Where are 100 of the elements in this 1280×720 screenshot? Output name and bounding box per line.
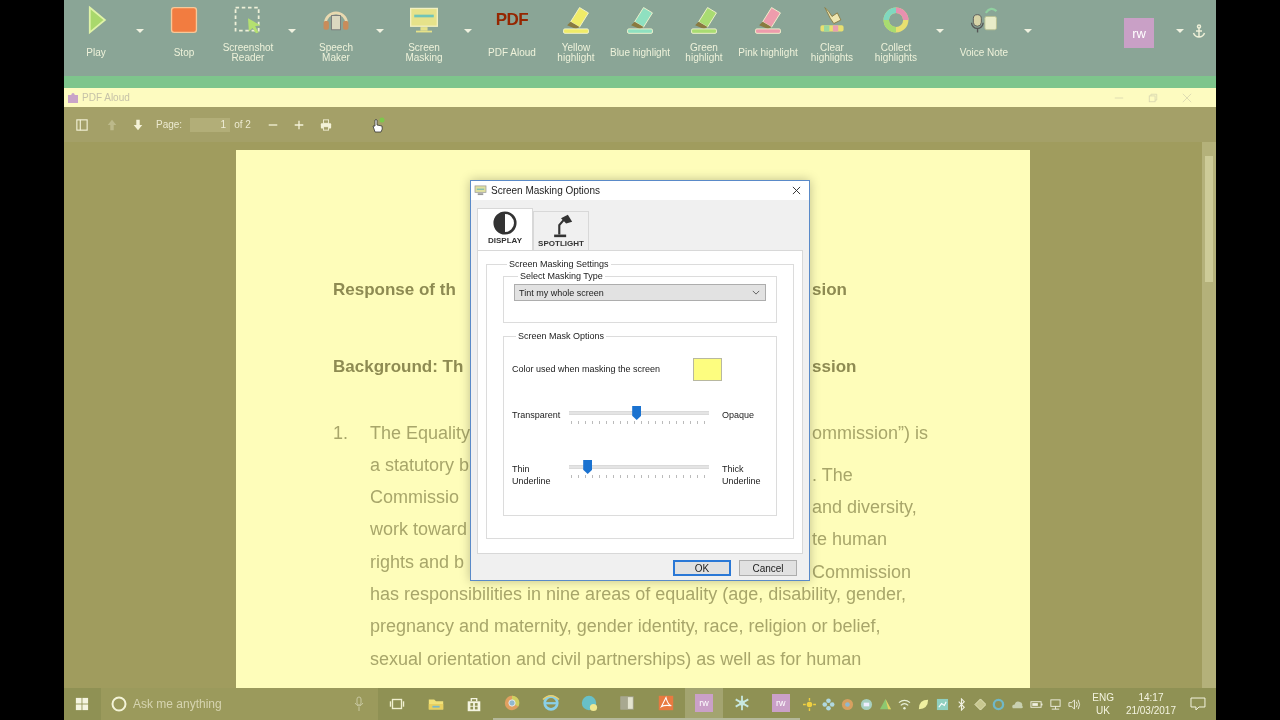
round-logo-icon — [503, 694, 522, 712]
toolbar-button[interactable]: Clear highlights — [800, 0, 864, 76]
group-label: Select Masking Type — [519, 271, 604, 281]
dropdown[interactable]: Tint my whole screen — [514, 284, 766, 301]
slider-label: Opaque — [722, 409, 756, 421]
language-text[interactable]: ENG — [1092, 691, 1114, 704]
slider-thumb[interactable] — [632, 406, 642, 420]
chart-icon[interactable] — [935, 697, 949, 711]
body-text: pregnancy and maternity, gender identity, race, religion or belief, — [370, 615, 881, 639]
caret-icon[interactable] — [1024, 29, 1032, 33]
caret-icon[interactable] — [136, 29, 144, 33]
round-logo-icon[interactable] — [840, 697, 854, 711]
body-text: has responsibilities in nine areas of equality (age, disability, gender, — [370, 583, 906, 607]
heading-text: sion — [812, 279, 847, 301]
globe-icon — [541, 694, 560, 712]
slider-label: Thick Underline — [722, 463, 762, 487]
toolbar-button[interactable]: Screen Masking — [392, 0, 456, 76]
highlighter-icon — [688, 4, 720, 36]
page-field[interactable]: 1 — [190, 117, 231, 132]
body-text: ommission”) is — [812, 421, 928, 445]
caret-icon[interactable] — [936, 29, 944, 33]
highlighter-icon — [752, 4, 784, 36]
wifi-icon[interactable] — [897, 697, 911, 711]
body-text: work toward — [370, 518, 468, 542]
clock-date[interactable]: 21/03/2017 — [1125, 704, 1176, 717]
page-label: Page: — [156, 119, 183, 130]
search-field[interactable]: Ask me anything — [130, 696, 354, 712]
search-box[interactable]: Ask me anything — [100, 688, 378, 720]
taskbar-button[interactable]: rw — [684, 688, 724, 720]
toolbar-button[interactable]: Stop — [152, 0, 216, 76]
caret-icon[interactable] — [288, 29, 296, 33]
body-text: rights and b — [370, 550, 465, 574]
caret-icon[interactable] — [376, 29, 384, 33]
dialog-title: Screen Masking Options — [491, 185, 600, 196]
heading-text: Response of th — [333, 279, 456, 301]
plus-icon[interactable] — [292, 118, 305, 131]
triangle-icon[interactable] — [878, 697, 892, 711]
chevron-down-icon — [752, 290, 760, 295]
region-text[interactable]: UK — [1096, 704, 1110, 717]
circle-icon — [110, 696, 127, 712]
close-icon[interactable] — [792, 186, 801, 195]
color-label: Color used when masking the screen — [512, 364, 662, 374]
half-circle-icon — [493, 211, 517, 235]
toolbar-button[interactable]: Screenshot Reader — [216, 0, 280, 76]
color-swatch[interactable] — [693, 357, 722, 381]
speaker-icon[interactable] — [1068, 697, 1082, 711]
toolbar-button[interactable]: Yellow highlight — [544, 0, 608, 76]
monitor-icon — [474, 185, 487, 196]
hand-cursor-icon[interactable] — [369, 116, 386, 133]
group-label: Screen Masking Settings — [508, 259, 610, 269]
toolbar-button[interactable]: Play — [64, 0, 128, 76]
sidebar-icon[interactable] — [76, 118, 88, 131]
puzzle-logo[interactable]: rw — [1124, 18, 1154, 48]
ok-button[interactable]: OK — [673, 560, 731, 576]
flower-icon[interactable] — [821, 697, 835, 711]
toolbar-button[interactable]: Speech Maker — [304, 0, 368, 76]
body-text: Commissio — [370, 486, 459, 510]
toolbar-button[interactable]: PDF PDF Aloud — [480, 0, 544, 76]
cancel-button[interactable]: Cancel — [739, 560, 797, 576]
body-text: te human — [812, 528, 888, 552]
toolbar-button[interactable]: Voice Note — [952, 0, 1016, 76]
list-number: 1. — [333, 421, 349, 445]
window-title: PDF Aloud — [82, 92, 130, 103]
caret-icon[interactable] — [1176, 29, 1184, 33]
notification-icon[interactable] — [1189, 696, 1206, 712]
chat-bubble-icon — [579, 694, 598, 712]
body-text: The Equality — [369, 421, 470, 445]
sun-icon[interactable] — [802, 697, 816, 711]
taskbar-button[interactable]: rw — [761, 688, 800, 720]
group-label: Screen Mask Options — [517, 331, 606, 341]
slider-thumb[interactable] — [583, 460, 593, 474]
refresh-icon[interactable] — [992, 697, 1006, 711]
toolbar-button[interactable]: Green highlight — [672, 0, 736, 76]
puzzle-logo: rw — [771, 694, 790, 712]
arrow-down-icon[interactable] — [132, 118, 144, 131]
microphone-icon — [354, 696, 364, 712]
restore-icon[interactable] — [1148, 92, 1158, 103]
body-text: Commission — [812, 560, 912, 584]
scrollbar[interactable] — [1202, 142, 1216, 688]
body-text: and diversity, — [812, 496, 917, 520]
leaf-icon[interactable] — [916, 697, 930, 711]
chat-bubble-icon[interactable] — [859, 697, 873, 711]
windows-icon[interactable] — [75, 697, 89, 711]
slider-label: Thin Underline — [512, 463, 552, 487]
toolbar-button[interactable]: Pink highlight — [736, 0, 800, 76]
diamond-icon[interactable] — [973, 697, 987, 711]
tab[interactable]: DISPLAY — [477, 208, 533, 250]
print-icon[interactable] — [319, 118, 332, 131]
toolbar-button[interactable]: Blue highlight — [608, 0, 672, 76]
highlighter-icon — [560, 4, 592, 36]
body-text: . The — [812, 463, 853, 487]
tab[interactable]: SPOTLIGHT — [533, 211, 589, 250]
document-icon — [656, 694, 675, 712]
toolbar-button[interactable]: Collect highlights — [864, 0, 928, 76]
caret-icon[interactable] — [464, 29, 472, 33]
puzzle-logo: rw — [695, 694, 714, 712]
network-icon[interactable] — [1049, 697, 1063, 711]
clock-time[interactable]: 14:17 — [1138, 691, 1164, 704]
scrollbar-thumb[interactable] — [1205, 156, 1213, 282]
anchor-icon[interactable] — [1192, 24, 1206, 38]
